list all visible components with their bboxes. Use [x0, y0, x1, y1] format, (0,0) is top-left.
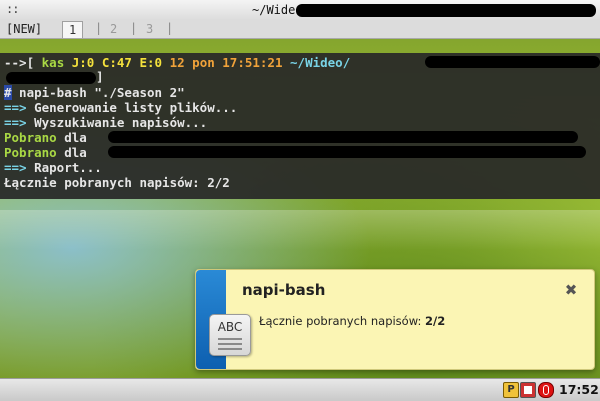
pobrano-line-1: Pobrano dla — [4, 130, 87, 146]
report-text: Raport... — [26, 160, 102, 175]
notification-body-value: 2/2 — [425, 314, 446, 328]
icon-label: ABC — [217, 320, 243, 334]
prompt-path: ~/Wideo/ — [290, 55, 351, 70]
pobrano-label: Pobrano — [4, 130, 57, 145]
tab-bar: [NEW] 1 | 2 | 3 | — [0, 20, 600, 39]
tab-1[interactable]: 1 — [62, 21, 84, 38]
redacted-filename — [108, 146, 586, 158]
prompt-close: ] — [96, 69, 104, 84]
icon-line — [218, 343, 242, 345]
report-line: ==> Raport... — [4, 160, 102, 176]
icon-line — [218, 338, 242, 340]
pobrano-line-2: Pobrano dla — [4, 145, 87, 161]
search-text: Wyszukiwanie napisów... — [26, 115, 208, 130]
tray-p-icon[interactable]: P — [503, 382, 519, 398]
tab-separator: | — [95, 21, 103, 35]
redacted-path — [425, 56, 600, 68]
prompt-date: 12 pon 17:51:21 — [169, 55, 283, 70]
redacted-filename — [108, 131, 578, 143]
summary-line: Łącznie pobranych napisów: 2/2 — [4, 175, 230, 190]
text-document-icon: ABC — [209, 314, 251, 356]
opera-icon[interactable] — [538, 382, 554, 398]
arrow-marker: ==> — [4, 100, 27, 115]
notification-body-text: Łącznie pobranych napisów: — [259, 314, 426, 328]
tab-new[interactable]: [NEW] — [0, 21, 48, 37]
background-tree-line — [0, 210, 600, 250]
notification-title: napi-bash — [242, 281, 326, 299]
clock[interactable]: 17:52 — [559, 382, 599, 397]
tab-3[interactable]: 3 — [140, 21, 159, 37]
tab-separator: | — [130, 21, 138, 35]
command-line: # napi-bash "./Season 2" — [4, 85, 185, 101]
prompt-line: -->[ kas J:0 C:47 E:0 12 pon 17:51:21 ~/… — [4, 55, 350, 71]
tab-separator: | — [166, 21, 174, 35]
taskbar: P 17:52 — [0, 378, 600, 401]
generate-line: ==> Generowanie listy plików... — [4, 100, 237, 116]
redacted-title-block — [296, 4, 596, 17]
network-icon[interactable] — [520, 382, 536, 398]
terminal-output[interactable]: -->[ kas J:0 C:47 E:0 12 pon 17:51:21 ~/… — [0, 53, 600, 199]
prompt-stats: J:0 C:47 E:0 — [71, 55, 163, 70]
window-menu-icon[interactable]: :: — [6, 2, 19, 16]
notification-popup[interactable]: napi-bash ✖ ABC Łącznie pobranych napisó… — [195, 269, 595, 370]
arrow-marker: ==> — [4, 115, 27, 130]
icon-line — [218, 348, 242, 350]
prompt-user: kas — [41, 55, 65, 70]
search-line: ==> Wyszukiwanie napisów... — [4, 115, 207, 131]
pobrano-dla: dla — [56, 130, 87, 145]
pobrano-dla: dla — [56, 145, 87, 160]
notification-body: Łącznie pobranych napisów: 2/2 — [259, 314, 445, 328]
arrow-marker: ==> — [4, 160, 27, 175]
prompt-hash: # — [4, 85, 12, 100]
pobrano-label: Pobrano — [4, 145, 57, 160]
generate-text: Generowanie listy plików... — [26, 100, 238, 115]
prompt-prefix: -->[ — [4, 55, 35, 70]
window-titlebar[interactable]: :: ~/Wideo/ — [0, 0, 600, 21]
command-text: napi-bash "./Season 2" — [11, 85, 185, 100]
tab-2[interactable]: 2 — [104, 21, 123, 37]
close-icon[interactable]: ✖ — [564, 283, 578, 298]
redacted-path-continued — [6, 72, 96, 84]
